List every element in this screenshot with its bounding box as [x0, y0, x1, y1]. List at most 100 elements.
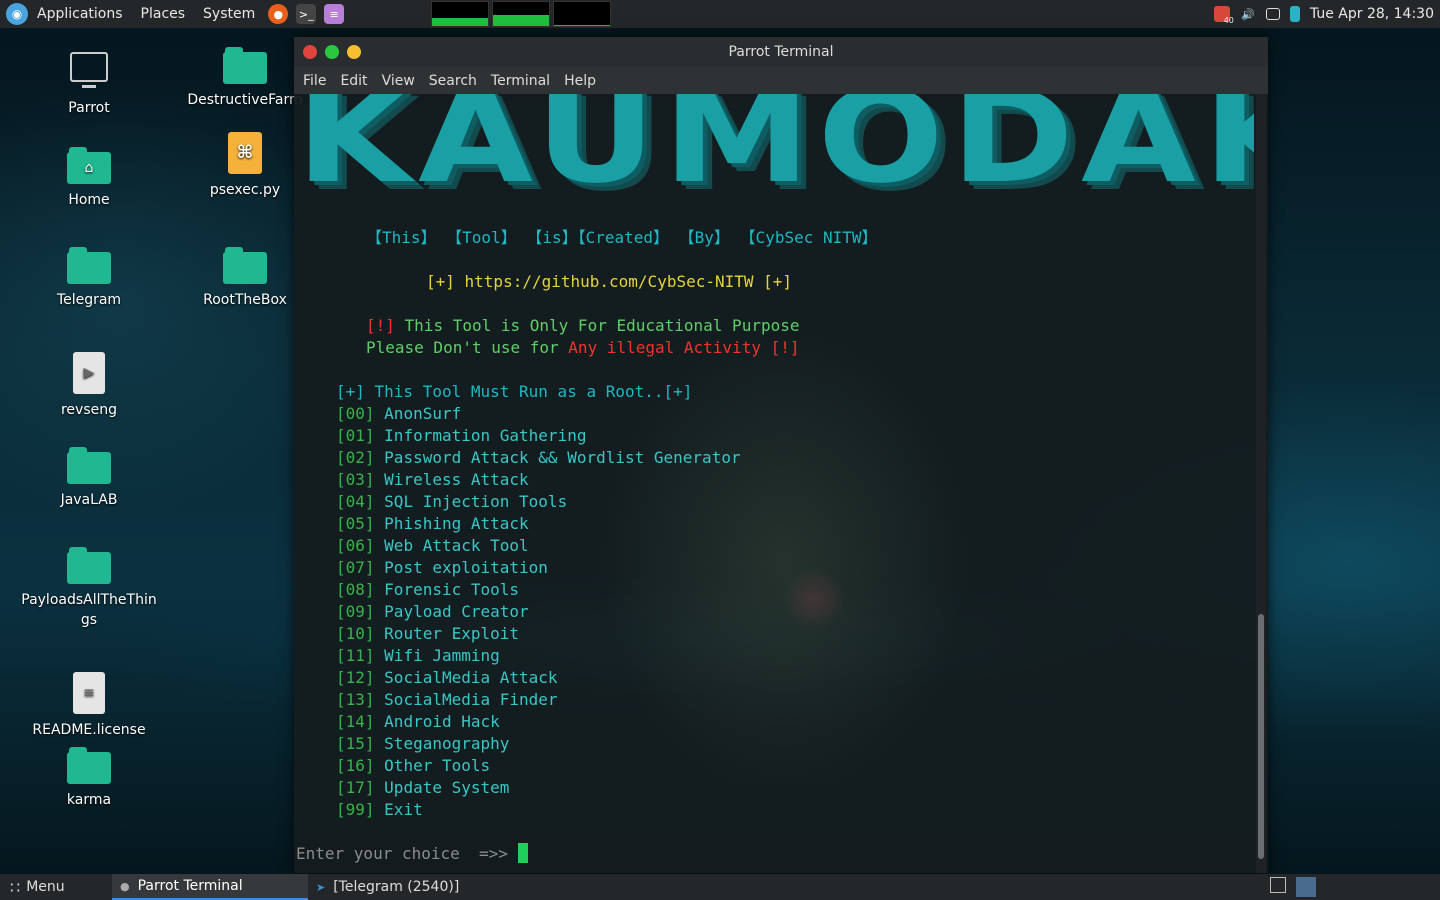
- warning-text-b: Any illegal Activity [!]: [568, 338, 800, 357]
- applications-menu[interactable]: Applications: [28, 6, 132, 22]
- menu-option: [99] Exit: [336, 799, 423, 821]
- desktop-icon-javalab[interactable]: JavaLAB: [19, 447, 159, 510]
- battery-icon[interactable]: [1289, 6, 1300, 22]
- menu-search[interactable]: Search: [422, 73, 484, 89]
- places-menu[interactable]: Places: [132, 6, 195, 22]
- desktop-icon-telegram[interactable]: Telegram: [19, 247, 159, 310]
- clock[interactable]: Tue Apr 28, 14:30: [1310, 6, 1434, 22]
- option-number: [03]: [336, 470, 375, 489]
- desktop-icon-readme[interactable]: ≡ README.license: [19, 672, 159, 740]
- desktop-icon-karma[interactable]: karma: [19, 747, 159, 810]
- menu-option: [03] Wireless Attack: [336, 469, 529, 491]
- firefox-icon[interactable]: ●: [268, 4, 289, 24]
- menu-view[interactable]: View: [375, 73, 422, 89]
- maximize-button[interactable]: [325, 45, 339, 59]
- menu-option: [08] Forensic Tools: [336, 579, 519, 601]
- option-label: SocialMedia Attack: [384, 668, 558, 687]
- titlebar[interactable]: Parrot Terminal: [294, 37, 1268, 67]
- desktop-icon-label: Home: [68, 192, 110, 208]
- desktop-icon-label: JavaLAB: [60, 492, 118, 508]
- github-link-line: [+] https://github.com/CybSec-NITW [+]: [426, 272, 793, 291]
- warning-line-2: Please Don't use for Any illegal Activit…: [366, 337, 799, 359]
- desktop-icon-home[interactable]: ⌂ Home: [19, 147, 159, 210]
- option-number: [02]: [336, 448, 375, 467]
- option-label: Update System: [384, 778, 510, 797]
- option-number: [11]: [336, 646, 375, 665]
- option-label: Other Tools: [384, 756, 491, 775]
- option-label: Router Exploit: [384, 624, 520, 643]
- show-desktop-icon[interactable]: [1296, 877, 1316, 897]
- option-label: Payload Creator: [384, 602, 529, 621]
- taskbar-parrot-terminal[interactable]: ● Parrot Terminal: [112, 874, 308, 900]
- option-label: Android Hack: [384, 712, 500, 731]
- menu-help[interactable]: Help: [557, 73, 603, 89]
- desktop-icon-label: PayloadsAllTheThings: [21, 592, 157, 628]
- close-button[interactable]: [303, 45, 317, 59]
- menu-label: Menu: [26, 879, 65, 895]
- option-number: [04]: [336, 492, 375, 511]
- menu-option: [05] Phishing Attack: [336, 513, 529, 535]
- menu-option: [06] Web Attack Tool: [336, 535, 529, 557]
- warning-line-1: [!] This Tool is Only For Educational Pu…: [366, 315, 799, 337]
- ascii-banner: KAUMODAKI: [296, 94, 1254, 212]
- warning-text-a: Please Don't use for: [366, 338, 569, 357]
- update-notifier-icon[interactable]: 40: [1213, 6, 1234, 25]
- folder-icon: [67, 547, 111, 584]
- text-cursor: [517, 843, 528, 863]
- warning-text: This Tool is Only For Educational Purpos…: [394, 316, 800, 335]
- menu-option: [12] SocialMedia Attack: [336, 667, 558, 689]
- parrot-logo-icon[interactable]: ◉: [6, 3, 28, 25]
- option-number: [05]: [336, 514, 375, 533]
- volume-icon[interactable]: 🔊: [1240, 6, 1256, 22]
- menu-option: [11] Wifi Jamming: [336, 645, 500, 667]
- menu-button[interactable]: ∷ Menu: [0, 878, 92, 897]
- option-label: Password Attack && Wordlist Generator: [384, 448, 741, 467]
- menu-edit[interactable]: Edit: [333, 73, 374, 89]
- computer-icon: [70, 52, 108, 88]
- display-icon[interactable]: [1265, 8, 1280, 20]
- terminal-output[interactable]: KAUMODAKI 【This】 【Tool】 【is】【Created】 【B…: [294, 94, 1254, 873]
- terminal-launcher-icon[interactable]: >_: [296, 4, 317, 24]
- option-number: [01]: [336, 426, 375, 445]
- taskbar-telegram[interactable]: ➤ [Telegram (2540)]: [308, 874, 504, 900]
- menu-option: [16] Other Tools: [336, 755, 490, 777]
- memory-graph: [553, 1, 612, 27]
- task-label: Parrot Terminal: [137, 878, 243, 894]
- option-number: [06]: [336, 536, 375, 555]
- folder-icon: [67, 447, 111, 484]
- option-number: [12]: [336, 668, 375, 687]
- option-label: AnonSurf: [384, 404, 462, 423]
- desktop-icon-label: revseng: [60, 402, 117, 418]
- choice-prompt[interactable]: Enter your choice =>>: [296, 843, 528, 865]
- minimize-button[interactable]: [347, 45, 361, 59]
- terminal-window[interactable]: Parrot Terminal File Edit View Search Te…: [294, 37, 1268, 873]
- system-menu[interactable]: System: [194, 6, 264, 22]
- menu-option: [15] Steganography: [336, 733, 509, 755]
- text-file-icon: ≡: [73, 672, 105, 714]
- option-label: SocialMedia Finder: [384, 690, 558, 709]
- option-number: [09]: [336, 602, 375, 621]
- menu-file[interactable]: File: [296, 73, 333, 89]
- workspace-switcher-icon[interactable]: [1270, 877, 1286, 893]
- option-number: [15]: [336, 734, 375, 753]
- desktop-icon-label: Parrot: [68, 100, 110, 116]
- option-number: [99]: [336, 800, 375, 819]
- folder-icon: [67, 247, 111, 284]
- terminal-icon: ●: [120, 879, 130, 893]
- option-number: [13]: [336, 690, 375, 709]
- warning-marker: [!]: [366, 316, 395, 335]
- cpu-graph: [492, 1, 551, 27]
- desktop-icon-revseng[interactable]: ▶ revseng: [19, 352, 159, 420]
- window-title: Parrot Terminal: [728, 44, 834, 60]
- scrollbar-thumb[interactable]: [1258, 614, 1264, 859]
- desktop-icon-payloads[interactable]: PayloadsAllTheThings: [19, 547, 159, 630]
- menu-terminal[interactable]: Terminal: [484, 73, 557, 89]
- folder-icon: [67, 747, 111, 784]
- option-label: Web Attack Tool: [384, 536, 529, 555]
- text-editor-icon[interactable]: ≡: [324, 4, 345, 24]
- task-label: [Telegram (2540)]: [333, 879, 460, 895]
- option-label: Wireless Attack: [384, 470, 529, 489]
- home-folder-icon: ⌂: [67, 147, 111, 184]
- scrollbar[interactable]: [1256, 94, 1266, 873]
- desktop-icon-parrot[interactable]: Parrot: [19, 52, 159, 118]
